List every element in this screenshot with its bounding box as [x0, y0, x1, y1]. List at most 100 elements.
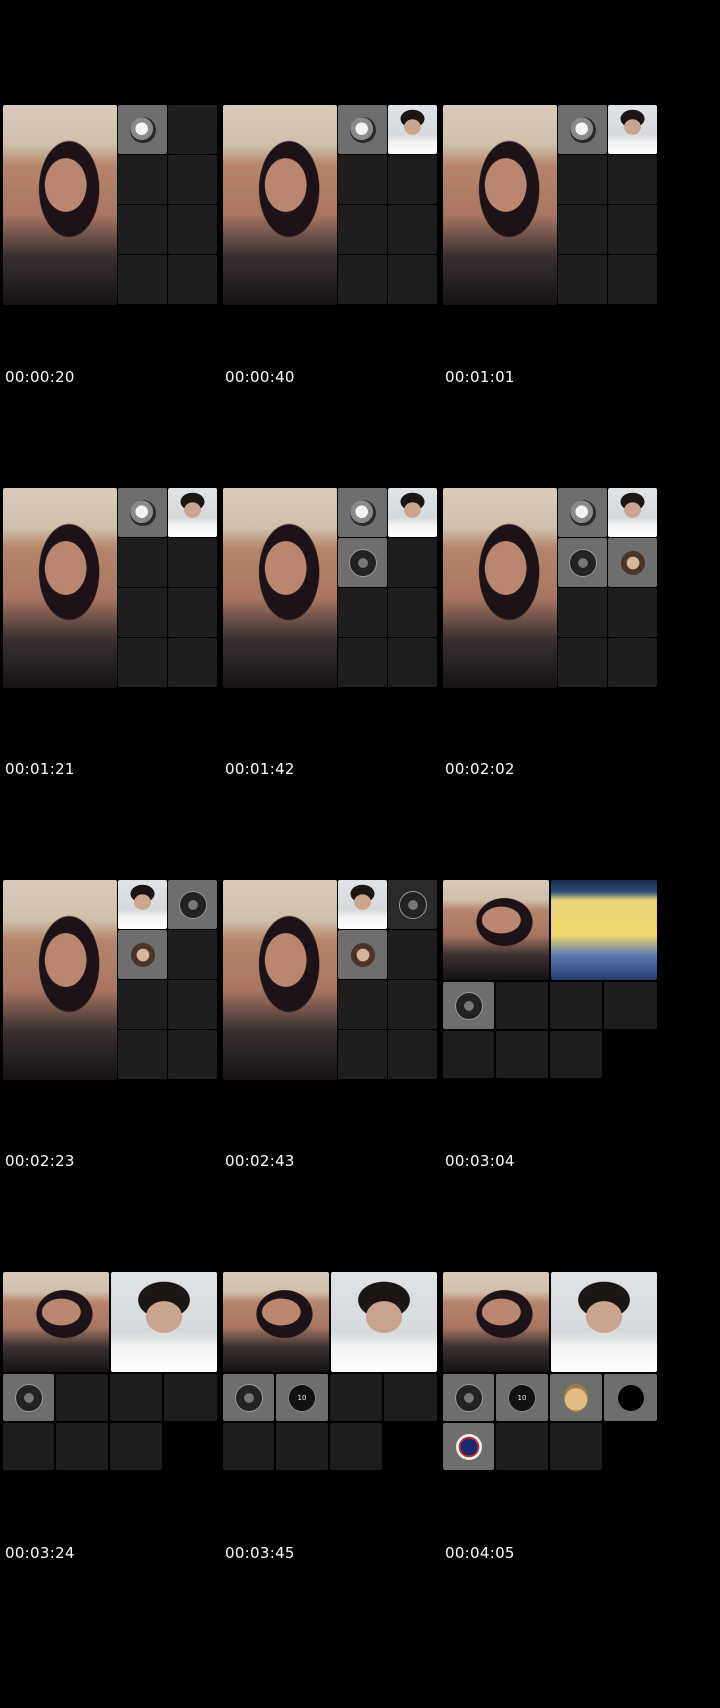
timestamp: 00:00:40	[225, 368, 295, 386]
participant-video-tile[interactable]	[338, 880, 387, 929]
main-video-tile[interactable]	[443, 1272, 549, 1372]
empty-tile	[118, 155, 167, 204]
dark-profile-avatar-icon	[454, 991, 483, 1020]
participant-video-tile[interactable]	[168, 488, 217, 537]
screen-share-tile[interactable]	[551, 880, 657, 980]
participant-video-tile[interactable]	[111, 1272, 217, 1372]
empty-tile	[604, 982, 657, 1029]
participant-tile[interactable]	[223, 1374, 274, 1421]
empty-tile	[276, 1423, 328, 1470]
main-video-tile[interactable]	[223, 1272, 329, 1372]
participant-tile[interactable]	[443, 1423, 494, 1470]
participant-video-tile[interactable]	[331, 1272, 437, 1372]
participant-tile[interactable]: 10	[496, 1374, 548, 1421]
main-video-tile[interactable]	[223, 880, 337, 1080]
empty-tile	[550, 1031, 602, 1078]
timestamp: 00:03:45	[225, 1544, 295, 1562]
participant-video-tile[interactable]	[608, 488, 657, 537]
frame-cell-1: 00:00:20	[0, 0, 219, 427]
timestamp: 00:01:21	[5, 760, 75, 778]
empty-tile	[338, 980, 387, 1029]
empty-tile	[496, 1423, 548, 1470]
main-video-tile[interactable]	[443, 488, 557, 688]
participant-tile[interactable]	[443, 982, 494, 1029]
participant-tile[interactable]	[608, 538, 657, 587]
frame-cell-7: 00:02:23	[0, 784, 217, 1211]
empty-tile	[388, 930, 437, 979]
empty-tile	[558, 588, 607, 637]
timestamp: 00:02:23	[5, 1152, 75, 1170]
empty-tile	[338, 588, 387, 637]
participant-tile[interactable]	[443, 1374, 494, 1421]
empty-tile	[164, 1374, 217, 1421]
participant-tile[interactable]	[338, 105, 387, 154]
empty-tile	[338, 155, 387, 204]
participant-tile[interactable]	[388, 880, 437, 929]
participant-tile[interactable]	[550, 1374, 602, 1421]
participant-video-tile[interactable]	[388, 488, 437, 537]
empty-tile	[388, 588, 437, 637]
empty-tile	[56, 1423, 108, 1470]
participant-tile[interactable]	[604, 1374, 657, 1421]
empty-tile	[558, 205, 607, 254]
timestamp: 00:01:42	[225, 760, 295, 778]
timestamp: 00:01:01	[445, 368, 515, 386]
main-video-tile[interactable]	[443, 880, 549, 980]
jersey-avatar-icon: 10	[288, 1383, 316, 1412]
mono-profile-avatar-icon	[129, 499, 156, 526]
participant-tile[interactable]	[118, 930, 167, 979]
main-video-tile[interactable]	[3, 1272, 109, 1372]
dark-profile-avatar-icon	[178, 890, 207, 919]
participant-tile[interactable]: 10	[276, 1374, 328, 1421]
empty-tile	[388, 638, 437, 687]
empty-tile	[168, 1030, 217, 1079]
empty-tile	[388, 538, 437, 587]
participant-video-tile[interactable]	[551, 1272, 657, 1372]
empty-tile	[168, 638, 217, 687]
main-video-tile[interactable]	[3, 880, 117, 1080]
empty-tile	[558, 255, 607, 304]
participant-tile[interactable]	[338, 488, 387, 537]
dark-profile-avatar-icon	[234, 1383, 263, 1412]
participant-tile[interactable]	[168, 880, 217, 929]
empty-tile	[110, 1423, 162, 1470]
participant-tile[interactable]	[558, 488, 607, 537]
participant-tile[interactable]	[3, 1374, 54, 1421]
main-video-tile[interactable]	[223, 488, 337, 688]
participant-tile[interactable]	[558, 538, 607, 587]
dark-profile-avatar-icon	[14, 1383, 43, 1412]
empty-tile	[550, 1423, 602, 1470]
call-frame	[3, 105, 219, 323]
dark-profile-avatar-icon	[398, 890, 427, 919]
call-frame	[223, 488, 439, 706]
participant-video-tile[interactable]	[388, 105, 437, 154]
call-frame	[443, 105, 659, 323]
participant-video-tile[interactable]	[608, 105, 657, 154]
mono-profile-avatar-icon	[349, 499, 376, 526]
empty-tile	[168, 980, 217, 1029]
empty-tile	[338, 1030, 387, 1079]
participant-tile[interactable]	[558, 105, 607, 154]
empty-tile	[608, 205, 657, 254]
main-video-tile[interactable]	[3, 105, 117, 305]
main-video-tile[interactable]	[223, 105, 337, 305]
empty-tile	[496, 1031, 548, 1078]
participant-tile[interactable]	[118, 105, 167, 154]
empty-tile	[558, 155, 607, 204]
empty-tile	[168, 255, 217, 304]
empty-tile	[338, 205, 387, 254]
participant-video-tile[interactable]	[118, 880, 167, 929]
participant-tile[interactable]	[118, 488, 167, 537]
call-frame: 10	[223, 1272, 439, 1490]
main-video-tile[interactable]	[3, 488, 117, 688]
empty-tile	[118, 980, 167, 1029]
empty-tile	[388, 1030, 437, 1079]
main-video-tile[interactable]	[443, 105, 557, 305]
mono-profile-avatar-icon	[349, 116, 376, 143]
empty-tile	[608, 155, 657, 204]
participant-tile[interactable]	[338, 930, 387, 979]
call-frame	[443, 488, 659, 706]
participant-tile[interactable]	[338, 538, 387, 587]
pet-avatar-icon	[564, 1383, 588, 1412]
empty-tile	[608, 255, 657, 304]
